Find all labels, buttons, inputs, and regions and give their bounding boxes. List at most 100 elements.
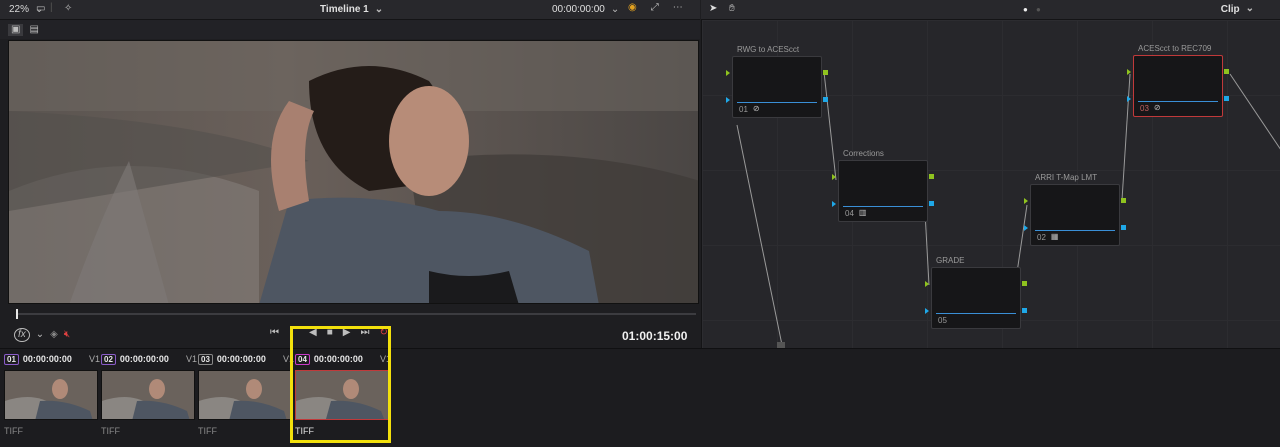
node-02-input-rgb[interactable] <box>1024 198 1028 204</box>
clip-thumbnail[interactable] <box>295 370 389 420</box>
transport-row: fx ⌄ ◈ 🔇︎ ⏮︎ ◀ ■ ▶ ⏭︎ ↻ 01:00:15:00 <box>0 322 700 348</box>
node-fx-icon: ⊘ <box>1153 103 1161 112</box>
chevron-down-icon[interactable]: ⌄ <box>36 330 44 340</box>
clip-format: TIFF <box>101 426 120 436</box>
node-02-input-key[interactable] <box>1024 225 1028 231</box>
clip-thumbnail[interactable] <box>198 370 292 420</box>
node-fx-icon: ⊘ <box>752 104 760 113</box>
scrubber-track[interactable] <box>16 313 696 315</box>
node-num-04: 04 <box>845 208 854 218</box>
transport-controls: ⏮︎ ◀ ■ ▶ ⏭︎ ↻ <box>270 328 388 338</box>
go-to-end-icon[interactable]: ⏭︎ <box>360 328 369 338</box>
node-05[interactable]: 05 <box>931 267 1021 329</box>
node-05-input-key[interactable] <box>925 308 929 314</box>
page-dot-active[interactable]: ● <box>1023 5 1028 15</box>
node-01-input-key[interactable] <box>726 97 730 103</box>
play-reverse-icon[interactable]: ◀ <box>309 328 317 338</box>
node-graph[interactable]: RWG to ACEScct 01 ⊘ Corrections 04 ▥ GRADE… <box>701 20 1280 348</box>
layout-icon[interactable]: ▭ <box>36 4 45 14</box>
node-04-output-key[interactable] <box>929 201 934 206</box>
clip-format: TIFF <box>4 426 23 436</box>
node-02[interactable]: 02 ▦ <box>1030 184 1120 246</box>
node-histogram-icon: ▥ <box>858 208 867 217</box>
single-viewer-icon[interactable]: ▣ <box>8 23 24 36</box>
node-01[interactable]: 01 ⊘ <box>732 56 822 118</box>
clip-thumbnail[interactable] <box>101 370 195 420</box>
clip-mode-dropdown[interactable]: Clip ⌄ <box>1220 4 1254 16</box>
node-num-05: 05 <box>938 316 947 325</box>
timeline-dropdown[interactable]: Timeline 1 ⌄ <box>320 4 383 15</box>
timecode-bottom: 01:00:15:00 <box>622 329 688 343</box>
page-dot-inactive[interactable]: ● <box>1036 5 1041 15</box>
node-01-output-key[interactable] <box>823 97 828 102</box>
mute-icon[interactable]: 🔇︎ <box>64 330 70 340</box>
node-label-01: RWG to ACEScct <box>737 45 800 54</box>
go-to-start-icon[interactable]: ⏮︎ <box>270 328 279 338</box>
clip-item[interactable]: 02 00:00:00:00 V1 TIFF <box>101 352 197 438</box>
node-01-output-rgb[interactable] <box>823 70 828 75</box>
clip-format: TIFF <box>295 426 314 436</box>
clip-track: V1 <box>88 354 100 364</box>
pointer-icon[interactable]: ➤ <box>709 4 717 14</box>
node-02-output-rgb[interactable] <box>1121 198 1126 203</box>
node-num-01: 01 <box>739 104 748 114</box>
node-05-output-rgb[interactable] <box>1022 281 1027 286</box>
clip-timecode: 00:00:00:00 <box>22 354 72 364</box>
clip-track: V1 <box>379 354 391 364</box>
node-02-output-key[interactable] <box>1121 225 1126 230</box>
fx-tools: fx ⌄ ◈ 🔇︎ <box>14 328 70 342</box>
hand-icon[interactable]: ✋︎ <box>729 4 735 14</box>
clip-number: 02 <box>101 353 116 365</box>
node-03-input-rgb[interactable] <box>1127 69 1131 75</box>
nodes-toolbar: ➤ ✋︎ ● ● Clip ⌄ <box>701 0 1280 20</box>
loop-icon[interactable]: ↻ <box>379 328 387 338</box>
node-03[interactable]: 03 ⊘ <box>1133 55 1223 117</box>
clip-strip: 01 00:00:00:00 V1 TIFF 02 00:00:00:00 V1… <box>0 348 1280 447</box>
node-05-input-rgb[interactable] <box>925 281 929 287</box>
clip-item-selected[interactable]: 04 00:00:00:00 V1 TIFF <box>295 352 391 438</box>
node-num-02: 02 <box>1037 232 1046 242</box>
node-03-output-key[interactable] <box>1224 96 1229 101</box>
timeline-title: Timeline 1 <box>320 4 369 15</box>
node-04-input-key[interactable] <box>832 201 836 207</box>
node-03-input-key[interactable] <box>1127 96 1131 102</box>
node-04-input-rgb[interactable] <box>832 174 836 180</box>
playhead[interactable] <box>16 309 18 319</box>
clip-number: 01 <box>4 353 19 365</box>
node-label-05: GRADE <box>936 256 965 265</box>
node-04[interactable]: 04 ▥ <box>838 160 928 222</box>
node-label-03: ACEScct to REC709 <box>1138 44 1212 53</box>
fullscreen-icon[interactable]: ⤢ <box>651 3 659 13</box>
layers-icon[interactable]: ◈ <box>50 330 58 340</box>
viewer-image[interactable] <box>8 40 699 304</box>
node-01-input-rgb[interactable] <box>726 70 730 76</box>
timecode-dropdown[interactable]: 00:00:00:00 ⌄ <box>552 4 619 15</box>
node-05-output-key[interactable] <box>1022 308 1027 313</box>
clip-format: TIFF <box>198 426 217 436</box>
clip-track: V1 <box>185 354 197 364</box>
clip-item[interactable]: 03 00:00:00:00 V1 TIFF <box>198 352 294 438</box>
node-04-output-rgb[interactable] <box>929 174 934 179</box>
fx-icon[interactable]: fx <box>14 328 30 342</box>
split-viewer-icon[interactable]: ▤ <box>29 24 38 35</box>
node-num-03: 03 <box>1140 103 1149 113</box>
play-icon[interactable]: ▶ <box>343 328 351 338</box>
node-label-02: ARRI T-Map LMT <box>1035 173 1098 182</box>
more-options-icon[interactable]: ⋯ <box>673 3 683 13</box>
clip-timecode: 00:00:00:00 <box>216 354 266 364</box>
chevron-down-icon: ⌄ <box>374 3 384 15</box>
stop-icon[interactable]: ■ <box>327 328 333 338</box>
clip-mode: Clip <box>1220 4 1240 15</box>
clip-thumbnail[interactable] <box>4 370 98 420</box>
node-03-output-rgb[interactable] <box>1224 69 1229 74</box>
viewer-frame <box>9 41 698 303</box>
color-wheel-icon[interactable]: ◉ <box>628 3 637 13</box>
zoom-level: 22% <box>9 4 30 15</box>
magic-wand-icon[interactable]: ✧ <box>64 4 72 14</box>
resolve-color-page: 22% ⌄ | ▭ ✧ Timeline 1 ⌄ 00:00:00:00 ⌄ ◉… <box>0 0 1280 447</box>
clip-item[interactable]: 01 00:00:00:00 V1 TIFF <box>4 352 100 438</box>
clip-number: 03 <box>198 353 213 365</box>
chevron-down-icon: ⌄ <box>610 3 620 15</box>
clip-track: V1 <box>282 354 294 364</box>
clip-timecode: 00:00:00:00 <box>119 354 169 364</box>
